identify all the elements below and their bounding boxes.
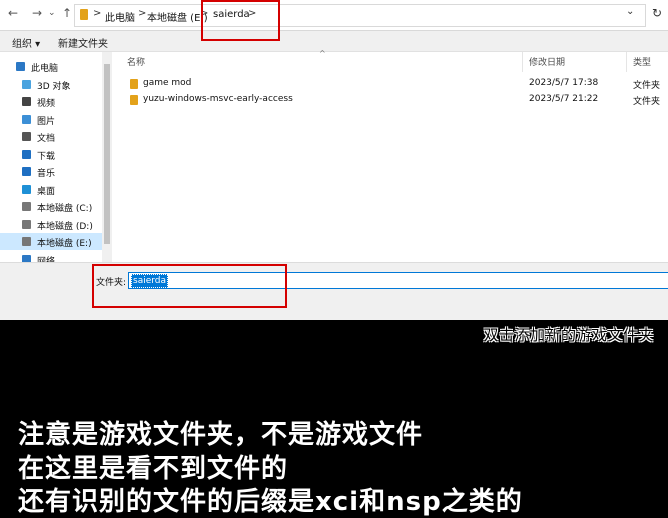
cube-icon bbox=[22, 79, 31, 89]
sidebar-item[interactable]: 本地磁盘 (E:) bbox=[0, 233, 102, 250]
forward-icon[interactable]: → bbox=[32, 6, 42, 20]
navigation-pane: 此电脑 3D 对象视频图片文档下载音乐桌面本地磁盘 (C:) 本地磁盘 (D:) 本地… bbox=[0, 52, 102, 262]
column-header-type[interactable]: 类型 bbox=[633, 55, 651, 68]
breadcrumb-this-pc[interactable]: 此电脑 bbox=[105, 9, 135, 24]
column-header-name[interactable]: 名称 bbox=[127, 55, 145, 68]
caption-line: 注意是游戏文件夹，不是游戏文件 bbox=[18, 420, 424, 450]
sidebar-item[interactable]: 视频 bbox=[0, 93, 102, 110]
document-icon bbox=[22, 132, 31, 141]
column-divider[interactable] bbox=[522, 52, 523, 72]
nav-scrollbar[interactable] bbox=[102, 52, 111, 262]
toolbar: 组织 ▾ 新建文件夹 bbox=[0, 31, 668, 52]
new-folder-button[interactable]: 新建文件夹 bbox=[58, 35, 108, 50]
nav-scrollbar-thumb[interactable] bbox=[104, 64, 110, 244]
file-date: 2023/5/7 21:22 bbox=[529, 94, 599, 104]
list-item[interactable]: game mod 2023/5/7 17:38 文件夹 bbox=[112, 76, 668, 92]
sidebar-item-label: 音乐 bbox=[37, 169, 56, 179]
sidebar-item-label: 桌面 bbox=[37, 186, 56, 197]
folder-icon bbox=[80, 9, 88, 20]
folder-field-highlight-box bbox=[92, 264, 287, 308]
drive-icon bbox=[22, 219, 31, 229]
up-icon[interactable]: ↑ bbox=[62, 6, 72, 20]
organize-menu[interactable]: 组织 ▾ bbox=[12, 35, 40, 50]
sidebar-item[interactable]: 下载 bbox=[0, 146, 102, 163]
file-type: 文件夹 bbox=[633, 97, 661, 107]
refresh-icon[interactable]: ↻ bbox=[652, 6, 662, 20]
sidebar-item-label: 视频 bbox=[37, 99, 56, 109]
sidebar-item[interactable]: 此电脑 bbox=[0, 58, 102, 75]
address-highlight-box bbox=[201, 0, 280, 41]
sidebar-item-label: 本地磁盘 (E:) bbox=[37, 239, 92, 249]
sidebar-item-label: 此电脑 bbox=[31, 64, 59, 74]
sidebar-item[interactable]: 本地磁盘 (C:) bbox=[0, 198, 102, 215]
file-type: 文件夹 bbox=[633, 81, 661, 91]
folder-icon bbox=[130, 95, 138, 105]
sidebar-item-label: 本地磁盘 (D:) bbox=[37, 221, 93, 232]
network-icon bbox=[22, 254, 31, 262]
download-icon bbox=[22, 149, 31, 159]
sidebar-item[interactable]: 音乐 bbox=[0, 163, 102, 180]
column-divider[interactable] bbox=[626, 52, 627, 72]
sidebar-item-label: 文档 bbox=[37, 134, 56, 144]
sidebar-item[interactable]: 本地磁盘 (D:) bbox=[0, 216, 102, 233]
recent-dropdown-icon[interactable]: ⌄ bbox=[48, 8, 56, 18]
folder-icon bbox=[130, 79, 138, 89]
file-date: 2023/5/7 17:38 bbox=[529, 78, 599, 88]
file-name: yuzu-windows-msvc-early-access bbox=[143, 94, 293, 104]
video-icon bbox=[22, 97, 31, 106]
desktop-icon bbox=[22, 184, 31, 194]
music-icon bbox=[22, 167, 31, 176]
picture-icon bbox=[22, 114, 31, 124]
list-item[interactable]: yuzu-windows-msvc-early-access 2023/5/7 … bbox=[112, 92, 668, 108]
breadcrumb-drive-e[interactable]: 本地磁盘 (E:) bbox=[147, 9, 208, 24]
computer-icon bbox=[16, 62, 25, 71]
sidebar-item[interactable]: 文档 bbox=[0, 128, 102, 145]
sidebar-item[interactable]: 网络 bbox=[0, 251, 102, 263]
drive-icon bbox=[22, 202, 31, 211]
sidebar-item-label: 下载 bbox=[37, 151, 56, 162]
sidebar-item-label: 图片 bbox=[37, 116, 56, 127]
sidebar-item-label: 网络 bbox=[37, 256, 56, 263]
hint-text: 双击添加新的游戏文件夹 bbox=[483, 326, 654, 344]
address-bar[interactable]: > 此电脑 > 本地磁盘 (E:) > saierda > bbox=[74, 4, 646, 27]
column-header-date[interactable]: 修改日期 bbox=[529, 55, 565, 68]
sidebar-item[interactable]: 图片 bbox=[0, 111, 102, 128]
sidebar-item-label: 3D 对象 bbox=[37, 81, 71, 92]
sidebar-item-label: 本地磁盘 (C:) bbox=[37, 204, 93, 214]
sidebar-item[interactable]: 桌面 bbox=[0, 181, 102, 198]
address-row: ← → ⌄ ↑ > 此电脑 > 本地磁盘 (E:) > saierda > ⌄ … bbox=[0, 0, 668, 31]
sort-arrow-icon: ^ bbox=[319, 49, 326, 58]
file-dialog: ← → ⌄ ↑ > 此电脑 > 本地磁盘 (E:) > saierda > ⌄ … bbox=[0, 0, 668, 320]
file-name: game mod bbox=[143, 78, 192, 88]
back-icon[interactable]: ← bbox=[8, 6, 18, 20]
breadcrumb-separator: > bbox=[93, 8, 102, 19]
breadcrumb-separator: > bbox=[138, 8, 147, 19]
caption-line: 在这里是看不到文件的 bbox=[18, 454, 289, 484]
address-dropdown-icon[interactable]: ⌄ bbox=[626, 6, 634, 17]
caption-line: 还有识别的文件的后缀是xci和nsp之类的 bbox=[18, 487, 523, 517]
file-list: 名称 ^ 修改日期 类型 game mod 2023/5/7 17:38 文件夹… bbox=[112, 49, 668, 262]
sidebar-item[interactable]: 3D 对象 bbox=[0, 76, 102, 93]
drive-icon bbox=[22, 237, 31, 246]
